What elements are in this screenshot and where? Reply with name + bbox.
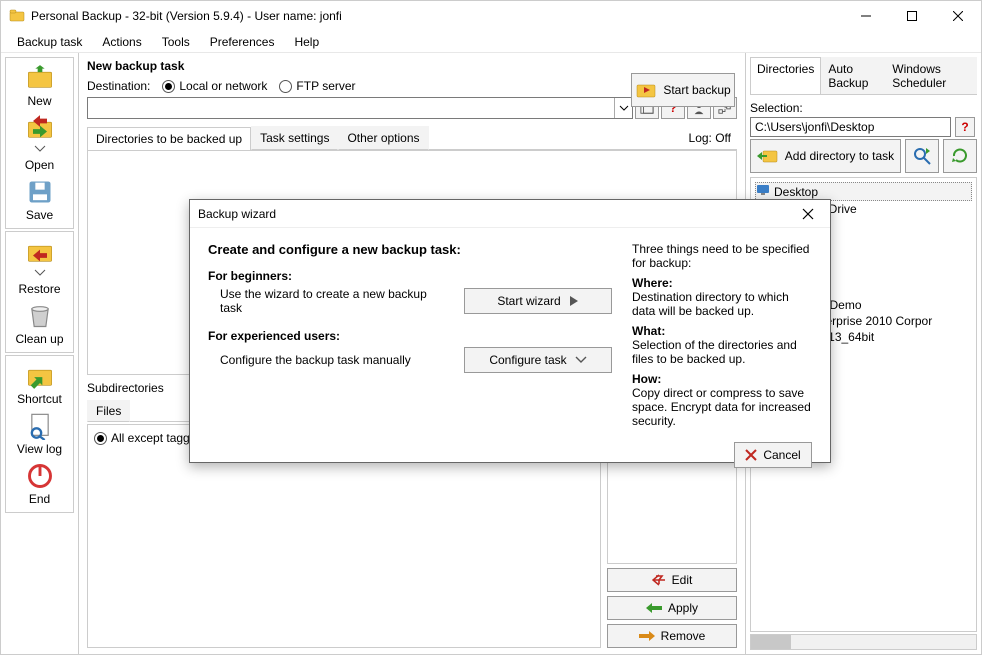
experienced-heading: For experienced users: xyxy=(208,329,612,343)
play-icon xyxy=(569,295,579,307)
radio-icon xyxy=(94,432,107,445)
folder-arrow-icon xyxy=(757,148,779,164)
selection-input[interactable]: C:\Users\jonfi\Desktop xyxy=(750,117,951,137)
tab-task-settings[interactable]: Task settings xyxy=(251,126,338,150)
folder-open-icon xyxy=(26,114,54,142)
trash-icon xyxy=(26,302,54,330)
main-header: New backup task xyxy=(87,59,737,73)
remove-button[interactable]: Remove xyxy=(607,624,737,648)
close-icon xyxy=(745,449,757,461)
sidebar: New Open Save Restore Clean up Shortcut … xyxy=(1,53,79,654)
tree-horizontal-scrollbar[interactable] xyxy=(750,634,977,650)
window-title: Personal Backup - 32-bit (Version 5.9.4)… xyxy=(31,9,843,23)
log-icon xyxy=(26,412,54,440)
main-tabstrip: Directories to be backed up Task setting… xyxy=(87,125,737,150)
chevron-down-icon xyxy=(34,142,46,156)
sidebar-end[interactable]: End xyxy=(6,460,74,508)
close-button[interactable] xyxy=(935,1,981,31)
sidebar-open[interactable]: Open xyxy=(6,112,74,174)
tab-directories[interactable]: Directories to be backed up xyxy=(87,127,251,150)
start-wizard-button[interactable]: Start wizard xyxy=(464,288,612,314)
configure-task-button[interactable]: Configure task xyxy=(464,347,612,373)
titlebar: Personal Backup - 32-bit (Version 5.9.4)… xyxy=(1,1,981,31)
experienced-text: Configure the backup task manually xyxy=(208,353,452,367)
wizard-heading: Create and configure a new backup task: xyxy=(208,242,612,257)
chevron-down-icon xyxy=(575,356,587,364)
add-directory-button[interactable]: Add directory to task xyxy=(750,139,901,173)
wizard-close-button[interactable] xyxy=(794,204,822,224)
tab-other-options[interactable]: Other options xyxy=(338,126,428,150)
sidebar-restore[interactable]: Restore xyxy=(6,236,74,298)
power-icon xyxy=(26,462,54,490)
destination-combo[interactable] xyxy=(87,97,633,119)
sidebar-cleanup[interactable]: Clean up xyxy=(6,300,74,348)
right-tabs: Directories Auto Backup Windows Schedule… xyxy=(750,57,977,95)
start-backup-button[interactable]: Start backup xyxy=(631,73,735,107)
save-icon xyxy=(26,178,54,206)
folder-play-icon xyxy=(635,81,657,99)
edit-button[interactable]: Edit xyxy=(607,568,737,592)
sidebar-shortcut[interactable]: Shortcut xyxy=(6,360,74,408)
menubar: Backup task Actions Tools Preferences He… xyxy=(1,31,981,53)
minimize-button[interactable] xyxy=(843,1,889,31)
radio-icon xyxy=(162,80,175,93)
cancel-button[interactable]: Cancel xyxy=(734,442,812,468)
restore-icon xyxy=(26,238,54,266)
backup-wizard-dialog: Backup wizard Create and configure a new… xyxy=(189,199,831,463)
beginners-text: Use the wizard to create a new backup ta… xyxy=(208,287,452,315)
app-icon xyxy=(9,8,25,24)
chevron-down-icon xyxy=(614,98,632,118)
selection-label: Selection: xyxy=(750,101,977,115)
selection-help-button[interactable]: ? xyxy=(955,117,975,137)
wizard-info: Three things need to be specified for ba… xyxy=(632,242,812,428)
log-status: Log: Off xyxy=(683,127,737,149)
maximize-button[interactable] xyxy=(889,1,935,31)
destination-label: Destination: xyxy=(87,79,150,93)
tab-files[interactable]: Files xyxy=(87,400,130,422)
search-button[interactable] xyxy=(905,139,939,173)
tab-directories-right[interactable]: Directories xyxy=(750,57,821,94)
monitor-icon xyxy=(756,184,770,199)
refresh-button[interactable] xyxy=(943,139,977,173)
sidebar-save[interactable]: Save xyxy=(6,176,74,224)
apply-button[interactable]: Apply xyxy=(607,596,737,620)
menu-preferences[interactable]: Preferences xyxy=(200,33,285,51)
tab-windows-scheduler[interactable]: Windows Scheduler xyxy=(885,57,977,94)
menu-tools[interactable]: Tools xyxy=(152,33,200,51)
sidebar-new[interactable]: New xyxy=(6,62,74,110)
chevron-down-icon xyxy=(34,266,46,280)
folder-new-icon xyxy=(26,64,54,92)
tab-auto-backup[interactable]: Auto Backup xyxy=(821,57,885,94)
sidebar-viewlog[interactable]: View log xyxy=(6,410,74,458)
radio-local[interactable]: Local or network xyxy=(162,79,267,93)
menu-help[interactable]: Help xyxy=(284,33,329,51)
shortcut-icon xyxy=(26,362,54,390)
beginners-heading: For beginners: xyxy=(208,269,612,283)
menu-actions[interactable]: Actions xyxy=(92,33,151,51)
wizard-title: Backup wizard xyxy=(198,207,794,221)
radio-ftp[interactable]: FTP server xyxy=(279,79,355,93)
radio-icon xyxy=(279,80,292,93)
menu-backup-task[interactable]: Backup task xyxy=(7,33,92,51)
